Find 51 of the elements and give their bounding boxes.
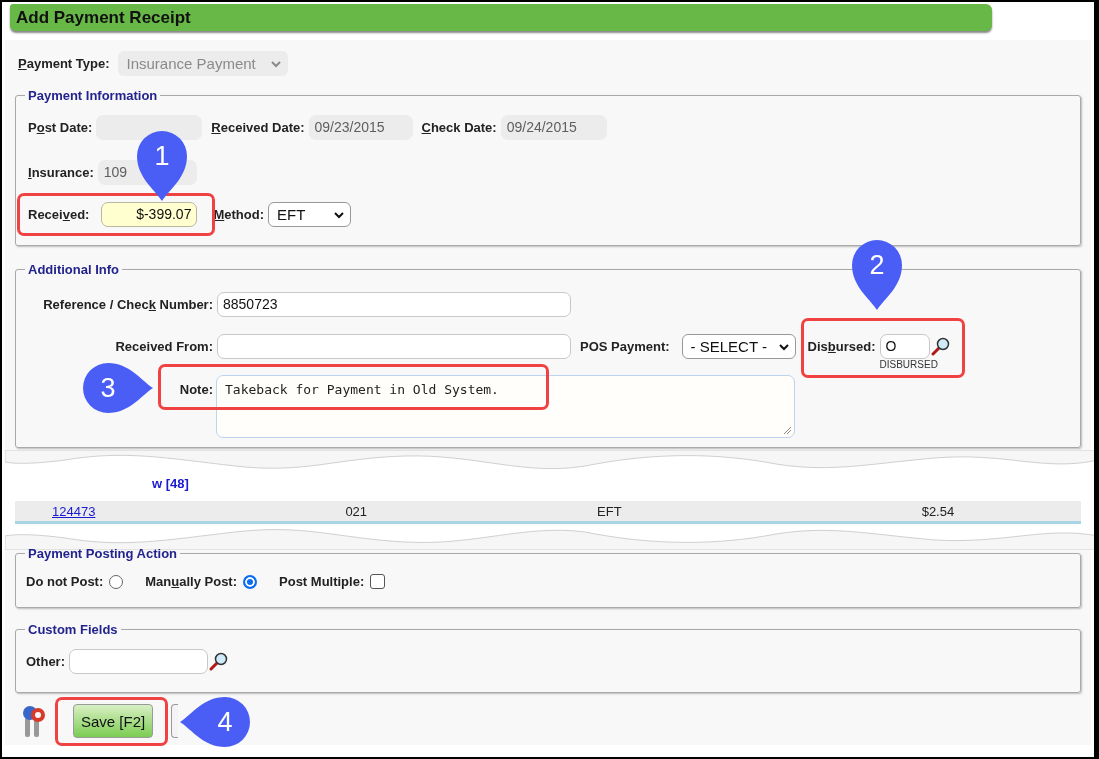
page-header: Add Payment Receipt xyxy=(10,4,992,31)
radio-button[interactable] xyxy=(243,574,257,589)
chevron-icon xyxy=(270,59,281,68)
field-label: POS Payment: xyxy=(580,338,670,356)
radio-button[interactable] xyxy=(109,574,124,589)
field-label: Post Multiple: xyxy=(279,574,365,589)
field-label: Payment Type: xyxy=(18,56,110,71)
table-cell: EFT xyxy=(597,503,622,519)
field-label: Insurance: xyxy=(28,165,94,180)
other-field[interactable] xyxy=(69,649,208,674)
section-legend: Payment Information xyxy=(25,88,161,103)
method-select[interactable]: EFT xyxy=(268,202,351,227)
pos-payment-select[interactable]: - SELECT - xyxy=(681,334,796,359)
callout-marker: 1 xyxy=(137,131,187,201)
received-amount-field[interactable]: $-399.07 xyxy=(101,202,198,227)
field-caption: DISBURSED xyxy=(879,359,938,370)
field-label: Received: xyxy=(28,207,90,222)
callout-marker: 4 xyxy=(180,697,250,747)
field-label: Check Date: xyxy=(421,120,497,135)
disbursed-field[interactable]: O xyxy=(879,334,930,359)
field-label: Disbursed: xyxy=(807,338,876,356)
resize-grip-icon xyxy=(782,425,792,435)
keys-icon xyxy=(22,703,46,739)
chevron-icon xyxy=(334,210,344,219)
received-from-field[interactable] xyxy=(217,334,571,359)
callout-marker: 2 xyxy=(852,240,902,310)
field-label: Other: xyxy=(26,654,65,669)
note-field[interactable]: Takeback for Payment in Old System. xyxy=(216,375,795,438)
row-link[interactable]: 124473 xyxy=(52,503,96,519)
table-cell: $2.54 xyxy=(921,503,955,519)
field-label: Received Date: xyxy=(211,120,305,135)
table-heading[interactable]: w [48] xyxy=(152,476,189,492)
field-label: Post Date: xyxy=(28,120,93,135)
section-legend: Payment Posting Action xyxy=(25,546,181,561)
field-label: Note: xyxy=(179,382,213,397)
table-cell: 021 xyxy=(345,503,368,519)
section-legend: Custom Fields xyxy=(25,622,121,637)
search-icon xyxy=(208,651,228,672)
table-row[interactable]: 124473 021 EFT $2.54 xyxy=(15,501,1081,524)
chevron-icon xyxy=(778,342,789,351)
reference-number-field[interactable]: 8850723 xyxy=(217,292,571,317)
action-button[interactable] xyxy=(171,704,179,738)
field-label: Manually Post: xyxy=(145,574,237,589)
search-icon xyxy=(929,336,950,357)
checkbox[interactable] xyxy=(370,574,386,589)
section-legend: Additional Info xyxy=(25,262,122,277)
callout-marker: 3 xyxy=(83,363,153,413)
field-label: Do not Post: xyxy=(26,574,104,589)
save-button[interactable]: Save [F2] xyxy=(73,704,154,738)
field-label: Received From: xyxy=(115,339,213,354)
field-label: Reference / Check Number: xyxy=(43,297,213,312)
